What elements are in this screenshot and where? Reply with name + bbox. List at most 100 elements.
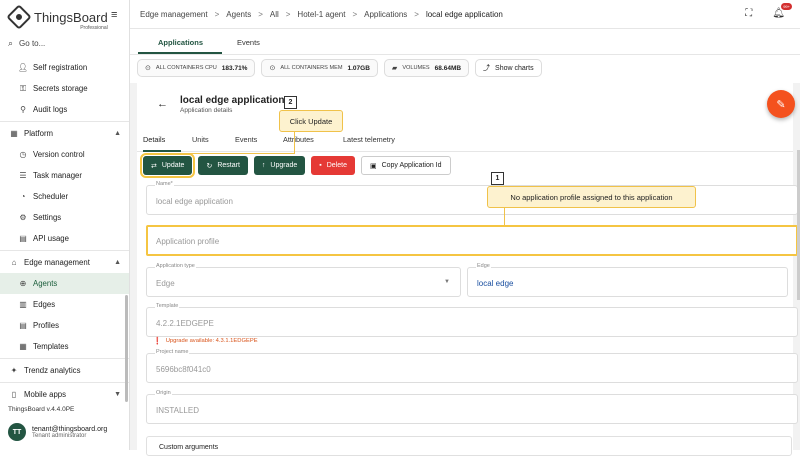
sidebar-item-label: Edges: [33, 300, 56, 309]
audit-icon: ⚲: [20, 105, 26, 114]
application-type-select[interactable]: Application type Edge ▼: [146, 263, 461, 297]
brand-edition: Professional: [80, 25, 108, 31]
tab-attributes[interactable]: Attributes: [283, 135, 314, 144]
task-icon: ☰: [19, 171, 27, 180]
sidebar-item-edge-management[interactable]: ⌂ Edge management ▲: [0, 252, 129, 273]
sidebar-item-platform[interactable]: ▦ Platform ▲: [0, 123, 129, 144]
history-icon: ◷: [19, 150, 27, 159]
key-icon: ⚿: [19, 83, 27, 93]
breadcrumb: Edge management > Agents > All > Hotel-1 agent…: [140, 10, 503, 19]
name-field[interactable]: Name* local edge application: [146, 181, 798, 215]
callout-2-number: 2: [284, 96, 297, 109]
name-field-value: local edge application: [156, 197, 233, 206]
edit-fab-button[interactable]: ✎: [767, 90, 795, 118]
sidebar-item-trendz-analytics[interactable]: ✦ Trendz analytics: [0, 360, 129, 381]
templates-icon: ▦: [19, 342, 27, 351]
collapse-menu-icon[interactable]: ≡: [111, 10, 123, 21]
goto-search[interactable]: ⌕ Go to...: [8, 38, 45, 49]
swap-icon: ⇄: [151, 162, 157, 170]
sidebar-item-label: Profiles: [33, 321, 59, 330]
dropdown-caret-icon: ▼: [444, 279, 450, 285]
detail-tab-underline: [143, 150, 181, 152]
breadcrumb-separator-icon: >: [352, 9, 358, 19]
user-profile[interactable]: TT tenant@thingsboard.org Tenant adminis…: [8, 423, 107, 441]
sidebar-item-label: Scheduler: [33, 192, 69, 201]
sidebar-item-edges[interactable]: ▥ Edges: [0, 294, 129, 315]
goto-label: Go to...: [19, 39, 46, 48]
breadcrumb-separator-icon: >: [214, 9, 220, 19]
sidebar-item-secrets-storage[interactable]: ⚿ Secrets storage: [0, 78, 129, 99]
application-profile-field[interactable]: Application profile: [146, 225, 798, 256]
chart-line-icon: ⤴: [483, 65, 491, 72]
restart-button[interactable]: ↻ Restart: [198, 156, 248, 175]
mem-label: ALL CONTAINERS MEM: [280, 65, 343, 71]
back-arrow-icon[interactable]: ←: [157, 98, 168, 110]
fullscreen-icon[interactable]: ⛶: [745, 8, 752, 19]
breadcrumb-item[interactable]: Applications: [364, 10, 407, 19]
mobile-icon: ▯: [11, 390, 17, 399]
breadcrumb-item[interactable]: Edge management: [140, 10, 208, 19]
sidebar-item-label: Agents: [33, 279, 58, 288]
sidebar-item-label: Audit logs: [33, 105, 68, 114]
sidebar-nav: 👤︎ Self registration ⚿ Secrets storage ⚲ Audi…: [0, 57, 129, 405]
origin-field[interactable]: Origin INSTALLED: [146, 390, 798, 424]
callout-click-update: Click Update: [279, 110, 343, 132]
delete-label: Delete: [326, 162, 347, 169]
update-button[interactable]: ⇄ Update: [139, 153, 196, 178]
upgrade-button[interactable]: ↑ Upgrade: [253, 156, 306, 175]
logo[interactable]: ThingsBoard Professional: [6, 4, 108, 31]
sidebar-item-audit-logs[interactable]: ⚲ Audit logs: [0, 99, 129, 120]
tab-applications[interactable]: Applications: [158, 38, 203, 47]
sidebar-item-api-usage[interactable]: ▤ API usage: [0, 228, 129, 249]
sidebar-item-label: API usage: [33, 234, 69, 243]
detail-tabs: Details Units Events Attributes Latest t…: [137, 127, 793, 152]
type-value: Edge: [156, 279, 175, 288]
show-charts-button[interactable]: ⤴ Show charts: [475, 59, 542, 77]
copy-id-label: Copy Application Id: [381, 162, 442, 169]
nav-divider: [0, 382, 129, 383]
version-label: ThingsBoard v.4.4.0PE: [8, 406, 75, 413]
sidebar-item-mobile-apps[interactable]: ▯ Mobile apps ▼: [0, 384, 129, 405]
edge-field[interactable]: Edge local edge: [467, 263, 788, 297]
tab-details[interactable]: Details: [143, 135, 165, 144]
chart-icon: ▤: [19, 234, 27, 243]
cpu-stat: ⊙ ALL CONTAINERS CPU 183.71%: [137, 59, 256, 77]
volumes-label: VOLUMES: [402, 65, 430, 71]
sidebar-item-task-manager[interactable]: ☰ Task manager: [0, 165, 129, 186]
origin-value: INSTALLED: [156, 406, 199, 415]
sidebar-item-label: Trendz analytics: [24, 366, 81, 375]
profile-placeholder: Application profile: [156, 237, 220, 246]
template-field[interactable]: Template 4.2.2.1EDGEPE: [146, 303, 798, 337]
tab-units[interactable]: Units: [192, 135, 209, 144]
delete-button[interactable]: ▪ Delete: [311, 156, 355, 175]
copy-id-button[interactable]: ▣ Copy Application Id: [360, 156, 451, 175]
agent-icon: ⊕: [19, 279, 27, 288]
name-field-label: Name*: [155, 181, 174, 187]
sidebar-item-scheduler[interactable]: ◔ Scheduler: [0, 186, 129, 207]
upgrade-warning: ❗ Upgrade available: 4.3.1.1EDGEPE: [153, 337, 258, 345]
sidebar-item-profiles[interactable]: ▤ Profiles: [0, 315, 129, 336]
sidebar-item-agents[interactable]: ⊕ Agents: [0, 273, 129, 294]
sidebar-item-templates[interactable]: ▦ Templates: [0, 336, 129, 357]
breadcrumb-item[interactable]: Agents: [226, 10, 251, 19]
sidebar-item-settings[interactable]: ⚙ Settings: [0, 207, 129, 228]
sidebar-item-version-control[interactable]: ◷ Version control: [0, 144, 129, 165]
tab-detail-events[interactable]: Events: [235, 135, 257, 144]
notifications-icon[interactable]: 🔔︎ 99+: [772, 3, 792, 19]
tab-events[interactable]: Events: [237, 38, 260, 47]
sidebar-item-self-registration[interactable]: 👤︎ Self registration: [0, 57, 129, 78]
show-charts-label: Show charts: [495, 64, 534, 72]
custom-arguments-section[interactable]: Custom arguments: [146, 436, 792, 456]
breadcrumb-item[interactable]: Hotel-1 agent: [297, 10, 345, 19]
volumes-value: 68.64MB: [434, 64, 462, 72]
breadcrumb-item[interactable]: All: [270, 10, 279, 19]
sidebar: ThingsBoard Professional ≡ ⌕ Go to... 👤︎…: [0, 0, 130, 450]
edge-label: Edge: [476, 263, 491, 269]
sidebar-scrollbar[interactable]: [125, 295, 128, 402]
edge-value[interactable]: local edge: [477, 279, 513, 288]
project-name-field[interactable]: Project name 5696bc8f041c0: [146, 349, 798, 383]
sidebar-item-label: Mobile apps: [24, 390, 67, 399]
callout-2-line-h: [160, 153, 295, 154]
tab-latest-telemetry[interactable]: Latest telemetry: [343, 135, 395, 144]
template-value: 4.2.2.1EDGEPE: [156, 319, 214, 328]
